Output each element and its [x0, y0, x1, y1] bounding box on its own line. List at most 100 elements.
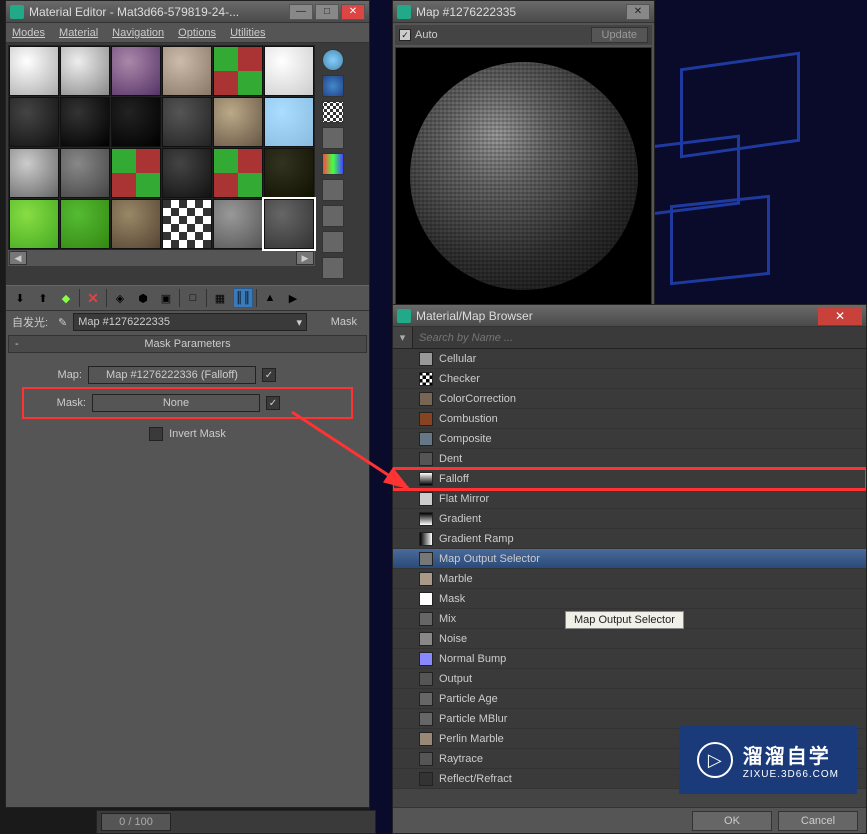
uv-tiling-icon[interactable] [322, 127, 344, 149]
mat-editor-titlebar[interactable]: Material Editor - Mat3d66-579819-24-... … [6, 1, 369, 23]
make-unique-icon[interactable]: ⬢ [133, 288, 153, 308]
map-list-item[interactable]: Marble [393, 569, 866, 589]
map-preview-titlebar[interactable]: Map #1276222335 ✕ [393, 1, 654, 23]
map-list-item[interactable]: Mask [393, 589, 866, 609]
make-preview-icon[interactable] [322, 179, 344, 201]
background-icon[interactable] [322, 101, 344, 123]
sample-slot[interactable] [9, 97, 59, 147]
menu-modes[interactable]: Modes [12, 27, 45, 39]
go-to-parent-icon[interactable]: ▲ [260, 288, 280, 308]
sample-slot[interactable] [213, 97, 263, 147]
sample-slot[interactable] [9, 199, 59, 249]
sample-slot[interactable] [111, 46, 161, 96]
sample-slot[interactable] [213, 199, 263, 249]
sample-slot[interactable] [60, 97, 110, 147]
menu-material[interactable]: Material [59, 27, 98, 39]
map-list-item[interactable]: Particle Age [393, 689, 866, 709]
sample-slot[interactable] [264, 199, 314, 249]
update-button[interactable]: Update [591, 27, 648, 43]
sample-slot[interactable] [60, 46, 110, 96]
make-copy-icon[interactable]: ◈ [110, 288, 130, 308]
map-list-item[interactable]: Combustion [393, 409, 866, 429]
map-list-item[interactable]: Cellular [393, 349, 866, 369]
sample-slot[interactable] [162, 148, 212, 198]
backlight-icon[interactable] [322, 75, 344, 97]
sample-slot[interactable] [60, 199, 110, 249]
map-type-icon [419, 352, 433, 366]
sample-slot[interactable] [9, 46, 59, 96]
close-button[interactable]: ✕ [341, 4, 365, 20]
search-input[interactable] [413, 332, 866, 344]
map-list[interactable]: CellularCheckerColorCorrectionCombustion… [393, 349, 866, 789]
sample-slot[interactable] [162, 97, 212, 147]
menu-options[interactable]: Options [178, 27, 216, 39]
map-list-item[interactable]: Gradient [393, 509, 866, 529]
map-type-icon [419, 492, 433, 506]
map-list-item[interactable]: Dent [393, 449, 866, 469]
sample-type-icon[interactable] [322, 49, 344, 71]
browser-titlebar[interactable]: Material/Map Browser ✕ [393, 305, 866, 327]
sample-grid [8, 45, 315, 250]
put-to-library-icon[interactable]: ▣ [156, 288, 176, 308]
map-slot-button[interactable]: Map #1276222336 (Falloff) [88, 366, 256, 384]
minimize-button[interactable]: — [289, 4, 313, 20]
map-list-item[interactable]: Noise [393, 629, 866, 649]
scroll-right-button[interactable]: ▶ [296, 251, 314, 265]
map-list-item[interactable]: Gradient Ramp [393, 529, 866, 549]
get-material-icon[interactable]: ⬇ [10, 288, 30, 308]
go-forward-icon[interactable]: ▶ [283, 288, 303, 308]
scroll-left-button[interactable]: ◀ [9, 251, 27, 265]
map-list-item[interactable]: Falloff [393, 469, 866, 489]
material-name-dropdown[interactable]: Map #1276222335 ▾ [73, 313, 307, 331]
menu-navigation[interactable]: Navigation [112, 27, 164, 39]
put-to-scene-icon[interactable]: ⬆ [33, 288, 53, 308]
map-list-item[interactable]: Normal Bump [393, 649, 866, 669]
mask-slot-button[interactable]: None [92, 394, 260, 412]
ok-button[interactable]: OK [692, 811, 772, 831]
cancel-button[interactable]: Cancel [778, 811, 858, 831]
timeline-handle[interactable]: 0 / 100 [101, 813, 171, 831]
sample-slot[interactable] [111, 148, 161, 198]
reset-map-icon[interactable]: ✕ [83, 288, 103, 308]
sample-slot[interactable] [162, 199, 212, 249]
eyedropper-icon[interactable]: ✎ [58, 316, 67, 329]
close-button[interactable]: ✕ [626, 4, 650, 20]
map-list-item[interactable]: ColorCorrection [393, 389, 866, 409]
sample-slot[interactable] [264, 148, 314, 198]
rollout-header[interactable]: - Mask Parameters [8, 335, 367, 353]
sample-slot[interactable] [264, 46, 314, 96]
menu-utilities[interactable]: Utilities [230, 27, 265, 39]
sample-slot[interactable] [213, 46, 263, 96]
show-end-result-icon[interactable]: ║║ [233, 288, 253, 308]
material-type-label[interactable]: Mask [313, 316, 363, 328]
sample-slot[interactable] [111, 97, 161, 147]
sample-slot[interactable] [60, 148, 110, 198]
sample-slot[interactable] [9, 148, 59, 198]
invert-mask-checkbox[interactable] [149, 427, 163, 441]
map-list-item[interactable]: Composite [393, 429, 866, 449]
map-list-item[interactable]: Map Output Selector [393, 549, 866, 569]
sample-slot[interactable] [264, 97, 314, 147]
select-by-material-icon[interactable] [322, 231, 344, 253]
map-item-label: Falloff [439, 473, 469, 485]
material-id-channel-icon[interactable]: □ [183, 288, 203, 308]
map-list-item[interactable]: Output [393, 669, 866, 689]
sample-slot[interactable] [162, 46, 212, 96]
assign-to-selection-icon[interactable]: ◆ [56, 288, 76, 308]
video-color-icon[interactable] [322, 153, 344, 175]
sample-slot[interactable] [213, 148, 263, 198]
material-id-icon[interactable] [322, 257, 344, 279]
sample-slot[interactable] [111, 199, 161, 249]
options-icon[interactable] [322, 205, 344, 227]
auto-checkbox[interactable]: ✓ [399, 29, 411, 41]
mask-enable-checkbox[interactable]: ✓ [266, 396, 280, 410]
close-button[interactable]: ✕ [818, 307, 862, 325]
timeline-slider[interactable]: 0 / 100 [96, 810, 376, 834]
map-list-item[interactable]: Flat Mirror [393, 489, 866, 509]
search-menu-icon[interactable]: ▾ [393, 327, 413, 348]
app-icon [397, 309, 411, 323]
map-list-item[interactable]: Checker [393, 369, 866, 389]
show-map-icon[interactable]: ▦ [210, 288, 230, 308]
maximize-button[interactable]: □ [315, 4, 339, 20]
map-enable-checkbox[interactable]: ✓ [262, 368, 276, 382]
